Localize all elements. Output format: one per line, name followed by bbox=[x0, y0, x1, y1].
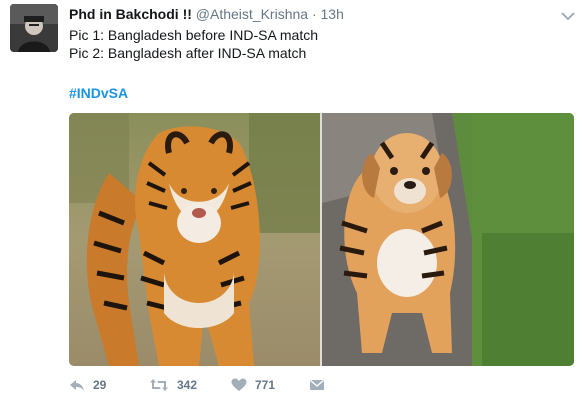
retweet-icon bbox=[149, 378, 169, 392]
direct-message-button[interactable] bbox=[309, 375, 325, 395]
timestamp[interactable]: 13h bbox=[321, 6, 344, 22]
author-name[interactable]: Phd in Bakchodi !! bbox=[69, 6, 192, 22]
author-handle[interactable]: @Atheist_Krishna bbox=[196, 6, 308, 22]
retweet-count: 342 bbox=[177, 378, 198, 392]
avatar[interactable] bbox=[10, 4, 58, 52]
media-container bbox=[69, 113, 574, 366]
tweet: Phd in Bakchodi !! @Atheist_Krishna · 13… bbox=[0, 0, 587, 404]
reply-icon bbox=[69, 378, 85, 392]
like-count: 771 bbox=[255, 378, 276, 392]
chevron-down-icon[interactable] bbox=[561, 8, 575, 21]
retweet-button[interactable]: 342 bbox=[149, 375, 197, 395]
tweet-text-line: Pic 2: Bangladesh after IND-SA match bbox=[69, 45, 307, 61]
tweet-text-line: Pic 1: Bangladesh before IND-SA match bbox=[69, 27, 319, 43]
separator-dot: · bbox=[311, 6, 317, 22]
like-button[interactable]: 771 bbox=[231, 375, 275, 395]
dog-photo[interactable] bbox=[322, 113, 574, 366]
tweet-text: Pic 1: Bangladesh before IND-SA match Pi… bbox=[69, 26, 318, 62]
reply-count: 29 bbox=[93, 378, 107, 392]
tweet-header: Phd in Bakchodi !! @Atheist_Krishna · 13… bbox=[69, 5, 557, 23]
tiger-photo[interactable] bbox=[69, 113, 320, 366]
hashtag-link[interactable]: #INDvSA bbox=[69, 84, 128, 102]
reply-button[interactable]: 29 bbox=[69, 375, 106, 395]
direct-message-icon bbox=[309, 378, 325, 392]
heart-icon bbox=[231, 378, 247, 392]
